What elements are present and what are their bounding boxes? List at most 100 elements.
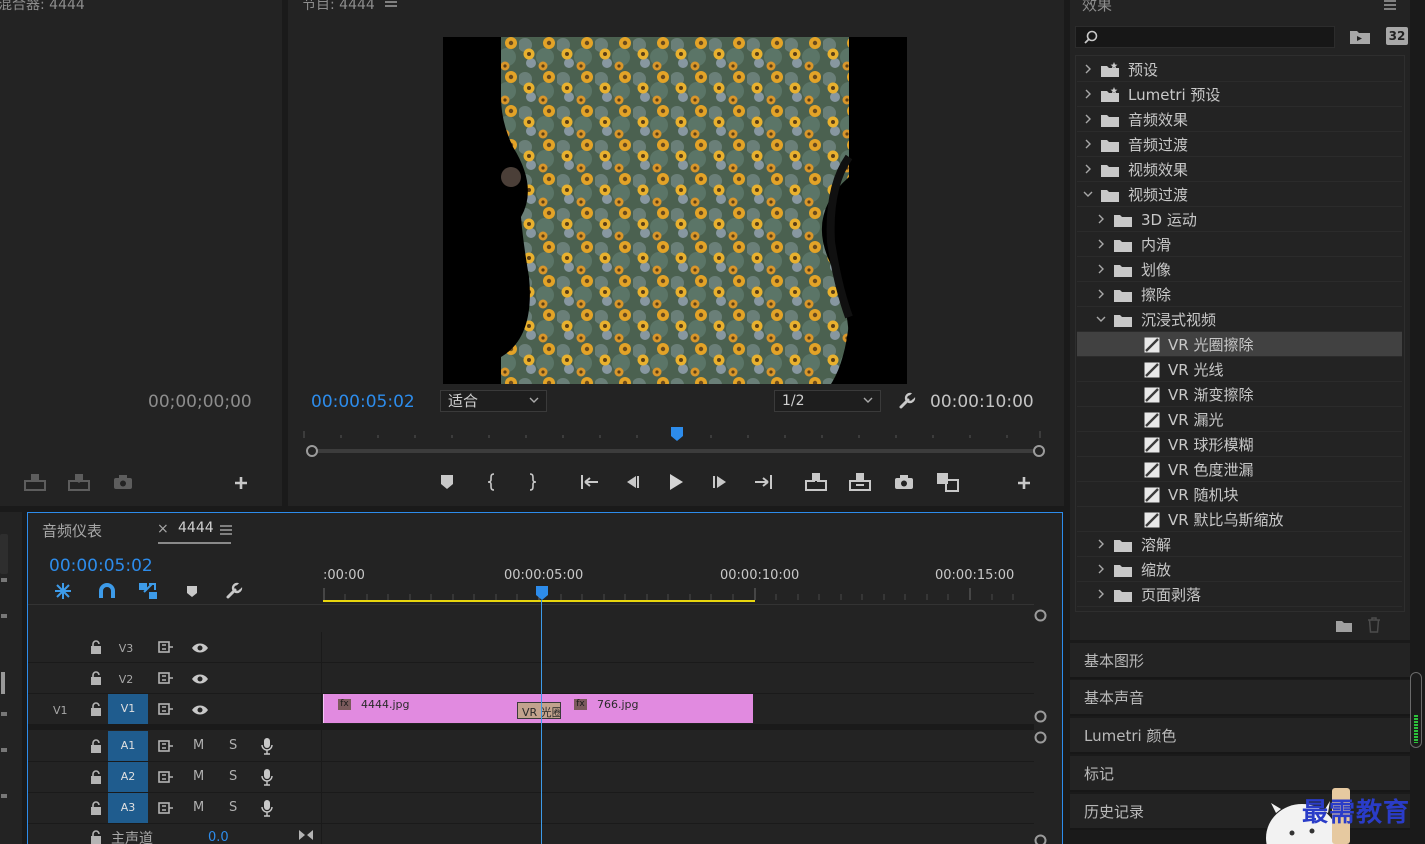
side-panel-tab[interactable]: 基本声音 xyxy=(1070,680,1410,716)
microphone-icon[interactable] xyxy=(261,769,273,786)
timeline-settings-wrench-icon[interactable] xyxy=(225,582,243,600)
effects-tree-item[interactable]: 缩放 xyxy=(1077,557,1402,582)
chevron-down-icon[interactable] xyxy=(1096,314,1106,324)
toggle-sync-lock-icon[interactable] xyxy=(158,802,174,814)
side-panel-tab[interactable]: 基本图形 xyxy=(1070,643,1410,679)
timeline-timecode[interactable]: 00:00:05:02 xyxy=(49,556,153,576)
add-button-icon[interactable] xyxy=(232,474,250,492)
32bit-effects-icon[interactable]: 32 xyxy=(1386,27,1408,45)
add-marker-icon[interactable] xyxy=(438,472,456,492)
chevron-right-icon[interactable] xyxy=(1096,239,1106,249)
effects-tree-item[interactable]: 音频过渡 xyxy=(1077,132,1402,157)
effects-title[interactable]: 效果 xyxy=(1082,0,1112,15)
new-bin-icon[interactable] xyxy=(1335,619,1353,633)
go-to-out-icon[interactable] xyxy=(752,472,774,492)
resolution-dropdown[interactable]: 1/2 xyxy=(774,390,881,412)
settings-wrench-icon[interactable] xyxy=(897,391,917,411)
effects-tree-item[interactable]: 视频过渡 xyxy=(1077,182,1402,207)
lock-icon[interactable] xyxy=(90,702,102,716)
chevron-right-icon[interactable] xyxy=(1096,564,1106,574)
fit-dropdown[interactable]: 适合 xyxy=(440,390,547,412)
side-scrollbar[interactable] xyxy=(1410,672,1422,748)
step-forward-icon[interactable] xyxy=(710,472,730,492)
video-track-row[interactable] xyxy=(28,663,1034,694)
program-title[interactable]: 节目: 4444 xyxy=(302,0,397,14)
effects-tree-item[interactable]: 音频效果 xyxy=(1077,107,1402,132)
lift-icon[interactable] xyxy=(803,471,829,493)
overwrite-icon[interactable] xyxy=(66,472,92,492)
video-track-row[interactable] xyxy=(28,632,1034,663)
effects-tree-item[interactable]: 视频效果 xyxy=(1077,157,1402,182)
side-panel-tab[interactable]: Lumetri 颜色 xyxy=(1070,718,1410,754)
track-target-a1[interactable]: A1 xyxy=(108,731,148,761)
effects-search-input[interactable] xyxy=(1075,26,1335,48)
lock-icon[interactable] xyxy=(90,770,102,784)
effects-tree-item[interactable]: VR 色度泄漏 xyxy=(1077,457,1402,482)
mark-in-icon[interactable] xyxy=(484,472,500,492)
microphone-icon[interactable] xyxy=(261,800,273,817)
eye-icon[interactable] xyxy=(191,642,209,654)
selection-tool[interactable] xyxy=(0,534,8,574)
insert-icon[interactable] xyxy=(22,472,48,492)
solo-button[interactable]: S xyxy=(229,800,237,815)
video-scroll-top-handle[interactable] xyxy=(1034,609,1047,622)
mute-button[interactable]: M xyxy=(193,769,204,784)
chevron-down-icon[interactable] xyxy=(1083,189,1093,199)
effects-tree-item[interactable]: VR 渐变擦除 xyxy=(1077,382,1402,407)
lock-icon[interactable] xyxy=(90,671,102,685)
tool-pen-icon[interactable] xyxy=(1,748,7,752)
source-patch-v1[interactable]: V1 xyxy=(53,704,68,717)
panel-menu-icon[interactable] xyxy=(1384,0,1396,10)
export-frame-icon[interactable] xyxy=(893,472,915,492)
eye-icon[interactable] xyxy=(191,673,209,685)
go-to-in-icon[interactable] xyxy=(579,472,601,492)
mute-button[interactable]: M xyxy=(193,800,204,815)
effects-tree-item[interactable]: 划像 xyxy=(1077,257,1402,282)
chevron-right-icon[interactable] xyxy=(1083,89,1093,99)
lock-icon[interactable] xyxy=(90,830,102,844)
tool-hand-icon[interactable] xyxy=(1,794,7,798)
effects-tree-item[interactable]: 内滑 xyxy=(1077,232,1402,257)
chevron-right-icon[interactable] xyxy=(1083,64,1093,74)
track-target-a2[interactable]: A2 xyxy=(108,762,148,792)
effects-tree-item[interactable]: 溶解 xyxy=(1077,532,1402,557)
effects-tree-item[interactable]: Lumetri 预设 xyxy=(1077,82,1402,107)
microphone-icon[interactable] xyxy=(261,738,273,755)
mark-out-icon[interactable] xyxy=(524,472,540,492)
audio-track-row[interactable] xyxy=(28,731,1034,762)
tab-sequence-4444[interactable]: 4444 xyxy=(178,520,214,536)
accelerated-effects-icon[interactable] xyxy=(1349,27,1371,45)
program-current-timecode[interactable]: 00:00:05:02 xyxy=(311,392,415,412)
audio-scroll-top-handle[interactable] xyxy=(1034,731,1047,744)
tool-slip-icon[interactable] xyxy=(1,712,7,716)
track-target-a3[interactable]: A3 xyxy=(108,793,148,823)
toggle-sync-lock-icon[interactable] xyxy=(158,641,174,653)
bowtie-icon[interactable] xyxy=(298,829,314,841)
effects-tree-item[interactable]: 页面剥落 xyxy=(1077,582,1402,607)
effects-tree-item[interactable]: VR 光线 xyxy=(1077,357,1402,382)
effects-tree-item[interactable]: VR 默比乌斯缩放 xyxy=(1077,507,1402,532)
play-icon[interactable] xyxy=(666,472,686,492)
master-volume-value[interactable]: 0.0 xyxy=(208,830,229,844)
extract-icon[interactable] xyxy=(847,471,873,493)
timeline-playhead-head[interactable] xyxy=(535,585,549,601)
transition-vr-iris[interactable]: VR 光圈 xyxy=(517,702,561,719)
zoom-scroll-bar[interactable] xyxy=(306,444,1046,458)
panel-menu-icon[interactable] xyxy=(384,0,397,14)
lock-icon[interactable] xyxy=(90,739,102,753)
effects-tree-item[interactable]: VR 漏光 xyxy=(1077,407,1402,432)
video-frame[interactable] xyxy=(443,37,907,384)
chevron-right-icon[interactable] xyxy=(1083,114,1093,124)
tool-razor-icon[interactable] xyxy=(1,672,5,694)
snap-magnet-icon[interactable] xyxy=(98,583,116,599)
track-target-v1[interactable]: V1 xyxy=(108,694,148,724)
lock-icon[interactable] xyxy=(90,801,102,815)
video-scroll-bottom-handle[interactable] xyxy=(1034,710,1047,723)
effects-tree-item[interactable]: VR 光圈擦除 xyxy=(1077,332,1402,357)
effects-tree-item[interactable]: VR 随机块 xyxy=(1077,482,1402,507)
tab-close-icon[interactable]: × xyxy=(157,521,169,537)
timeline-ruler[interactable]: :00:00 00:00:05:00 00:00:10:00 00:00:15:… xyxy=(323,560,1033,604)
solo-button[interactable]: S xyxy=(229,738,237,753)
chevron-right-icon[interactable] xyxy=(1096,214,1106,224)
add-marker-icon[interactable] xyxy=(186,585,198,598)
